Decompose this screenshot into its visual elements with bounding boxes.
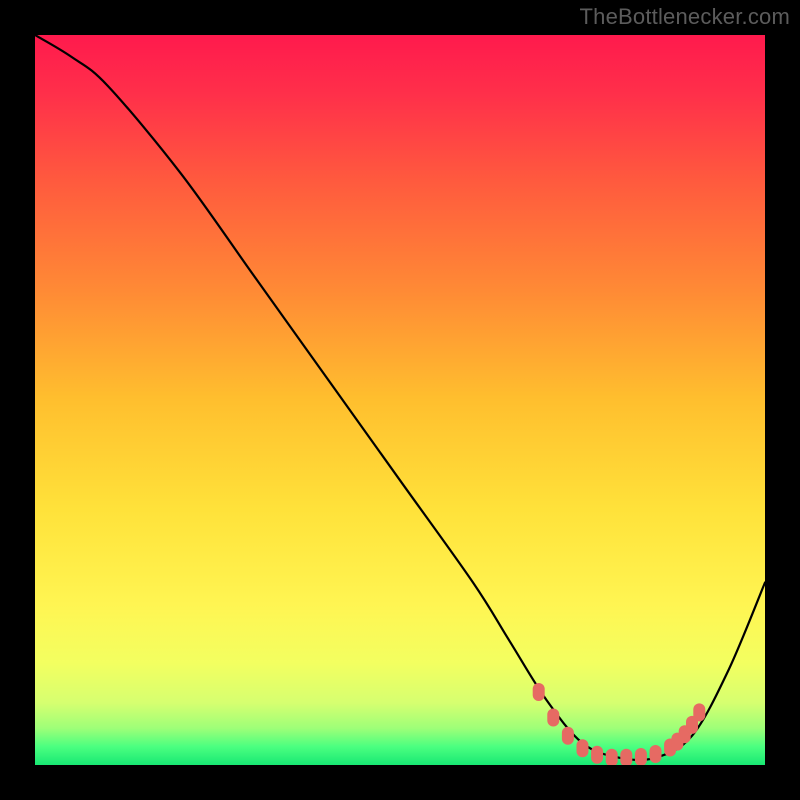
marker-dot [606, 749, 618, 765]
gradient-background [35, 35, 765, 765]
marker-dot [620, 749, 632, 765]
marker-dot [635, 748, 647, 765]
watermark-text: TheBottlenecker.com [580, 4, 790, 30]
marker-dot [591, 746, 603, 764]
marker-dot [693, 703, 705, 721]
marker-dot [562, 727, 574, 745]
marker-dot [650, 745, 662, 763]
plot-area [35, 35, 765, 765]
chart-container: TheBottlenecker.com [0, 0, 800, 800]
marker-dot [547, 709, 559, 727]
marker-dot [533, 683, 545, 701]
marker-dot [577, 739, 589, 757]
plot-svg [35, 35, 765, 765]
